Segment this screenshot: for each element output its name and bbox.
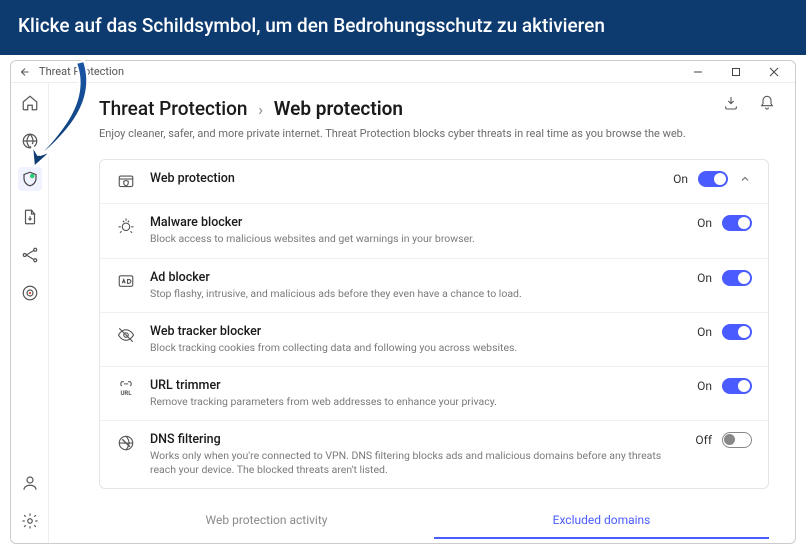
chevron-up-icon[interactable] [738,172,752,186]
toggle-state: On [697,216,712,230]
maximize-button[interactable] [721,62,751,82]
row-malware-blocker: Malware blocker Block access to maliciou… [100,204,768,258]
instruction-banner: Klicke auf das Schildsymbol, um den Bedr… [0,0,806,55]
page-subtitle: Enjoy cleaner, safer, and more private i… [99,126,769,141]
ad-block-icon [116,271,136,291]
back-icon[interactable] [19,66,31,78]
url-icon: URL [116,379,136,399]
row-dns-filtering: DNS filtering Works only when you're con… [100,421,768,488]
window-title: Threat Protection [39,65,124,78]
toggle-state: On [697,325,712,339]
row-tracker-blocker: Web tracker blocker Block tracking cooki… [100,313,768,367]
row-desc: Remove tracking parameters from web addr… [150,395,683,409]
globe-icon[interactable] [18,129,42,153]
settings-icon[interactable] [18,509,42,533]
shield-icon[interactable] [18,167,42,191]
row-title: Malware blocker [150,215,683,230]
banner-text: Klicke auf das Schildsymbol, um den Bedr… [18,14,605,37]
row-title: DNS filtering [150,432,681,447]
breadcrumb: Threat Protection › Web protection [99,97,769,120]
row-title: URL trimmer [150,378,683,393]
close-button[interactable] [759,62,789,82]
download-icon[interactable] [18,205,42,229]
titlebar: Threat Protection [11,61,795,83]
tab-activity[interactable]: Web protection activity [99,503,434,539]
tabs: Web protection activity Excluded domains [99,503,769,539]
header-actions [722,94,776,112]
toggle-dns[interactable] [722,432,752,448]
toggle-state: On [697,271,712,285]
bell-icon[interactable] [758,94,776,112]
row-desc: Stop flashy, intrusive, and malicious ad… [150,287,683,301]
toggle-web-protection[interactable] [698,171,728,187]
row-title: Web tracker blocker [150,324,683,339]
row-web-protection: Web protection On [100,160,768,204]
tab-excluded[interactable]: Excluded domains [434,503,769,539]
export-icon[interactable] [722,94,740,112]
toggle-state: On [697,379,712,393]
darkweb-icon[interactable] [18,281,42,305]
toggle-state: On [673,172,688,186]
eye-off-icon [116,325,136,345]
meshnet-icon[interactable] [18,243,42,267]
row-desc: Block tracking cookies from collecting d… [150,341,683,355]
row-ad-blocker: Ad blocker Stop flashy, intrusive, and m… [100,259,768,313]
breadcrumb-current: Web protection [274,97,403,120]
browser-shield-icon [116,172,136,192]
row-url-trimmer: URL URL trimmer Remove tracking paramete… [100,367,768,421]
toggle-ad[interactable] [722,270,752,286]
toggle-malware[interactable] [722,215,752,231]
row-desc: Block access to malicious websites and g… [150,232,683,246]
row-title: Ad blocker [150,270,683,285]
bug-icon [116,216,136,236]
main-content: Threat Protection › Web protection Enjoy… [49,83,795,543]
row-desc: Works only when you're connected to VPN.… [150,449,681,477]
profile-icon[interactable] [18,471,42,495]
row-title: Web protection [150,171,659,186]
chevron-right-icon: › [258,100,263,119]
home-icon[interactable] [18,91,42,115]
toggle-state: Off [695,433,712,447]
sidebar [11,83,49,543]
breadcrumb-root[interactable]: Threat Protection [99,97,247,120]
app-window: Threat Protection [10,60,796,544]
toggle-tracker[interactable] [722,324,752,340]
toggle-url[interactable] [722,378,752,394]
minimize-button[interactable] [683,62,713,82]
dns-filter-icon [116,433,136,453]
settings-card: Web protection On Malwar [99,159,769,489]
